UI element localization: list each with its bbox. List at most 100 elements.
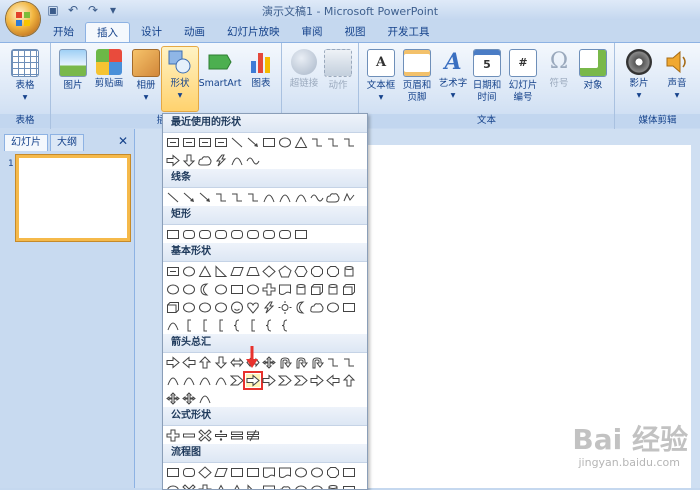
shape-oval-icon[interactable] (294, 466, 308, 479)
shape-brace-icon[interactable] (278, 319, 292, 332)
shape-diam-icon[interactable] (198, 466, 212, 479)
shape-doc-icon[interactable] (278, 466, 292, 479)
shape-rtri-icon[interactable] (214, 265, 228, 278)
shape-chev-icon[interactable] (230, 374, 244, 387)
shape-plus-icon[interactable] (198, 484, 212, 490)
shapes-button[interactable]: 形状 ▾ (161, 46, 199, 112)
shape-rect-icon[interactable] (342, 301, 356, 314)
tab-developer[interactable]: 开发工具 (377, 22, 441, 42)
shape-arU-icon[interactable] (198, 356, 212, 369)
shape-arR-icon[interactable] (262, 374, 276, 387)
picture-button[interactable]: 图片 (53, 47, 93, 92)
shape-rect-icon[interactable] (342, 466, 356, 479)
shape-rrect-icon[interactable] (278, 228, 292, 241)
shape-brace-icon[interactable] (230, 319, 244, 332)
shape-brack-icon[interactable] (246, 319, 260, 332)
shape-txt-icon[interactable] (166, 136, 180, 149)
tab-review[interactable]: 审阅 (291, 22, 334, 42)
sound-button[interactable]: 声音 ▾ (657, 47, 697, 102)
shape-oval-icon[interactable] (246, 283, 260, 296)
shape-curve-icon[interactable] (214, 374, 228, 387)
shape-cloud-icon[interactable] (326, 191, 340, 204)
shape-curve-icon[interactable] (166, 374, 180, 387)
shape-elbow-icon[interactable] (310, 136, 324, 149)
shape-para-icon[interactable] (214, 466, 228, 479)
shape-curve-icon[interactable] (262, 191, 276, 204)
shape-chev-icon[interactable] (294, 374, 308, 387)
shape-pent-icon[interactable] (278, 265, 292, 278)
shape-sun-icon[interactable] (278, 301, 292, 314)
smartart-button[interactable]: SmartArt (197, 47, 243, 90)
shape-rtri-icon[interactable] (246, 484, 260, 490)
object-button[interactable]: 对象 (573, 47, 613, 92)
shape-arU-icon[interactable] (342, 374, 356, 387)
shape-mult-icon[interactable] (182, 484, 196, 490)
shape-elbow-icon[interactable] (326, 136, 340, 149)
shape-arrowline-icon[interactable] (182, 191, 196, 204)
shape-curve-icon[interactable] (278, 191, 292, 204)
shape-bolt-icon[interactable] (214, 154, 228, 167)
tab-home[interactable]: 开始 (42, 22, 85, 42)
shape-uturn-icon[interactable] (310, 356, 324, 369)
shape-oct-icon[interactable] (326, 466, 340, 479)
shape-hex-icon[interactable] (294, 265, 308, 278)
shape-rrect-icon[interactable] (182, 228, 196, 241)
shape-arL-icon[interactable] (182, 356, 196, 369)
shape-diam-icon[interactable] (262, 265, 276, 278)
shape-brace-icon[interactable] (262, 319, 276, 332)
shape-curve-icon[interactable] (294, 191, 308, 204)
shape-elbow-icon[interactable] (342, 136, 356, 149)
shape-rrect-icon[interactable] (182, 466, 196, 479)
shape-div-icon[interactable] (214, 429, 228, 442)
shape-txt-icon[interactable] (198, 136, 212, 149)
header-footer-button[interactable]: 页眉和 页脚 (397, 47, 437, 104)
shape-brack-icon[interactable] (182, 319, 196, 332)
shape-txt-icon[interactable] (182, 136, 196, 149)
shape-arD-icon[interactable] (182, 154, 196, 167)
date-time-button[interactable]: 5 日期和 时间 (467, 47, 507, 104)
shape-cloud-icon[interactable] (278, 484, 292, 490)
shape-brack-icon[interactable] (214, 319, 228, 332)
shape-elbow-icon[interactable] (342, 356, 356, 369)
shape-curve-icon[interactable] (198, 374, 212, 387)
shape-elbow-icon[interactable] (326, 356, 340, 369)
shape-arD-icon[interactable] (214, 356, 228, 369)
shape-minus-icon[interactable] (182, 429, 196, 442)
shape-mult-icon[interactable] (198, 429, 212, 442)
shape-can-icon[interactable] (326, 484, 340, 490)
shape-arrowline-icon[interactable] (246, 136, 260, 149)
shape-cube-icon[interactable] (342, 283, 356, 296)
shape-doc-icon[interactable] (262, 466, 276, 479)
shape-pentagon-arrow-icon[interactable] (246, 374, 260, 387)
shape-cube-icon[interactable] (166, 301, 180, 314)
shape-moon-icon[interactable] (198, 283, 212, 296)
tab-outline[interactable]: 大纲 (50, 134, 84, 151)
shape-tri-icon[interactable] (198, 265, 212, 278)
shape-oval-icon[interactable] (182, 265, 196, 278)
shape-para-icon[interactable] (230, 265, 244, 278)
slide-number-button[interactable]: # 幻灯片 编号 (503, 47, 543, 104)
close-panel-icon[interactable]: ✕ (118, 134, 128, 148)
shape-oval-icon[interactable] (310, 484, 324, 490)
tab-animation[interactable]: 动画 (173, 22, 216, 42)
shape-txt-icon[interactable] (214, 136, 228, 149)
tab-view[interactable]: 视图 (334, 22, 377, 42)
shape-line-icon[interactable] (166, 191, 180, 204)
shape-rect-icon[interactable] (166, 228, 180, 241)
shape-quad-icon[interactable] (166, 392, 180, 405)
shape-can-icon[interactable] (342, 265, 356, 278)
action-button[interactable]: 动作 (318, 47, 358, 92)
shape-quad-icon[interactable] (262, 356, 276, 369)
shape-tri-icon[interactable] (294, 136, 308, 149)
textbox-button[interactable]: A 文本框 ▾ (361, 47, 401, 104)
shape-elbow-icon[interactable] (214, 191, 228, 204)
office-button[interactable] (6, 2, 40, 36)
shape-arR-icon[interactable] (166, 356, 180, 369)
shape-rect-icon[interactable] (230, 283, 244, 296)
shape-oval-icon[interactable] (278, 136, 292, 149)
shape-oval-icon[interactable] (294, 484, 308, 490)
tab-insert[interactable]: 插入 (85, 22, 130, 43)
shape-arL-icon[interactable] (326, 374, 340, 387)
shape-wave-icon[interactable] (246, 154, 260, 167)
shape-trap-icon[interactable] (246, 265, 260, 278)
